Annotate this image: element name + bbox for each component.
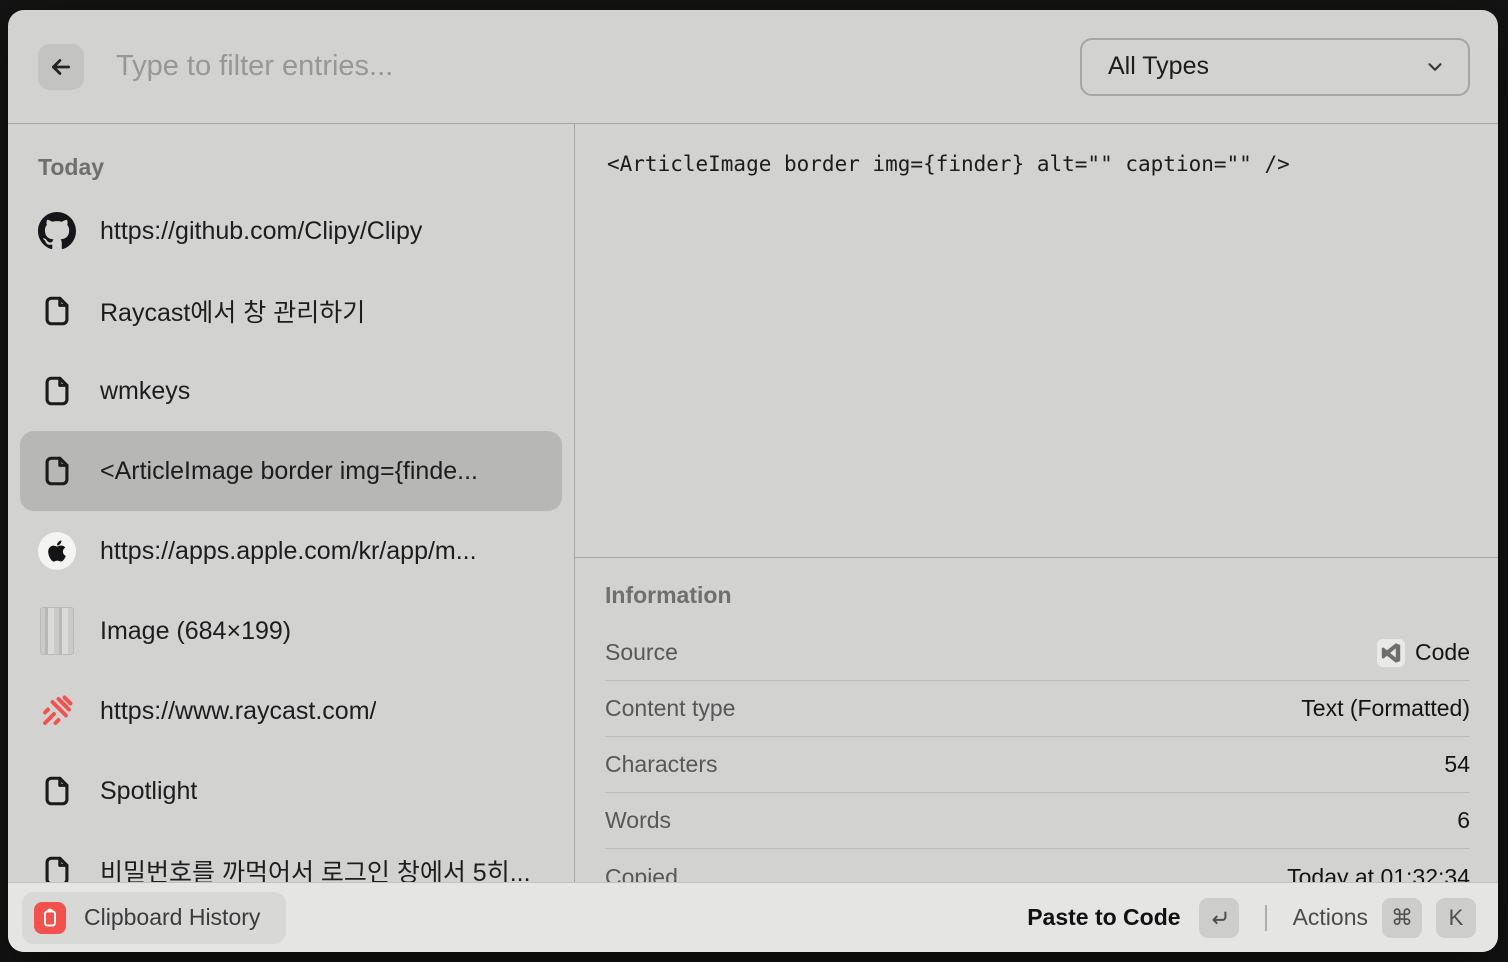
document-icon bbox=[38, 845, 76, 882]
list-item-label: <ArticleImage border img={finde... bbox=[100, 457, 478, 486]
header: All Types bbox=[8, 10, 1498, 124]
info-row-characters: Characters 54 bbox=[605, 737, 1470, 793]
list-item-label: 비밀번호를 까먹어서 로그인 창에서 5히... bbox=[100, 853, 531, 882]
info-value: 6 bbox=[1457, 807, 1470, 834]
info-label: Words bbox=[605, 807, 1457, 834]
list-item-label: wmkeys bbox=[100, 377, 190, 406]
info-label: Source bbox=[605, 639, 1377, 666]
list-item[interactable]: https://github.com/Clipy/Clipy bbox=[20, 191, 562, 271]
section-title-today: Today bbox=[38, 154, 562, 181]
apple-icon bbox=[38, 525, 76, 577]
github-icon bbox=[38, 205, 76, 257]
info-label: Copied bbox=[605, 864, 1287, 883]
footer-actions: Paste to Code Actions ⌘ K bbox=[1027, 898, 1476, 938]
info-row-content-type: Content type Text (Formatted) bbox=[605, 681, 1470, 737]
type-filter-value: All Types bbox=[1108, 52, 1424, 81]
info-value-text: Code bbox=[1415, 639, 1470, 666]
filter-input[interactable] bbox=[116, 50, 1080, 83]
info-row-copied: Copied Today at 01:32:34 bbox=[605, 849, 1470, 882]
list-item[interactable]: wmkeys bbox=[20, 351, 562, 431]
list-item[interactable]: Image (684×199) bbox=[20, 591, 562, 671]
info-row-source: Source Code bbox=[605, 625, 1470, 681]
info-row-words: Words 6 bbox=[605, 793, 1470, 849]
app-pill: Clipboard History bbox=[22, 892, 286, 944]
list-item-label: Image (684×199) bbox=[100, 617, 291, 646]
vscode-icon bbox=[1377, 639, 1405, 667]
document-icon bbox=[38, 445, 76, 497]
footer-divider bbox=[1265, 905, 1267, 931]
list-item-label: https://github.com/Clipy/Clipy bbox=[100, 217, 422, 246]
info-value: Text (Formatted) bbox=[1301, 695, 1470, 722]
type-filter-dropdown[interactable]: All Types bbox=[1080, 38, 1470, 96]
list-item[interactable]: https://www.raycast.com/ bbox=[20, 671, 562, 751]
raycast-icon bbox=[38, 685, 76, 737]
image-thumbnail bbox=[38, 605, 76, 657]
k-key[interactable]: K bbox=[1436, 898, 1476, 938]
list-item[interactable]: Raycast에서 창 관리하기 bbox=[20, 271, 562, 351]
list-item-selected[interactable]: <ArticleImage border img={finde... bbox=[20, 431, 562, 511]
list-item[interactable]: 비밀번호를 까먹어서 로그인 창에서 5히... bbox=[20, 831, 562, 882]
info-value: 54 bbox=[1444, 751, 1470, 778]
list-item-label: https://www.raycast.com/ bbox=[100, 697, 376, 726]
clipboard-app-icon bbox=[34, 902, 66, 934]
info-label: Characters bbox=[605, 751, 1444, 778]
enter-key[interactable] bbox=[1199, 898, 1239, 938]
list-item-label: Raycast에서 창 관리하기 bbox=[100, 293, 365, 329]
arrow-left-icon bbox=[48, 54, 74, 80]
list-item[interactable]: Spotlight bbox=[20, 751, 562, 831]
list-item[interactable]: https://apps.apple.com/kr/app/m... bbox=[20, 511, 562, 591]
paste-to-code-button[interactable]: Paste to Code bbox=[1027, 904, 1180, 931]
code-preview: <ArticleImage border img={finder} alt=""… bbox=[575, 124, 1498, 558]
information-section: Information Source Code Content type bbox=[575, 558, 1498, 882]
list-item-label: Spotlight bbox=[100, 777, 197, 806]
main-area: Today https://github.com/Clipy/Clipy Ray… bbox=[8, 124, 1498, 882]
document-icon bbox=[38, 765, 76, 817]
actions-button[interactable]: Actions bbox=[1293, 904, 1368, 931]
list-item-label: https://apps.apple.com/kr/app/m... bbox=[100, 537, 477, 566]
clipboard-history-window: All Types Today https://github.com/Clipy… bbox=[8, 10, 1498, 952]
cmd-key[interactable]: ⌘ bbox=[1382, 898, 1422, 938]
document-icon bbox=[38, 365, 76, 417]
info-value: Today at 01:32:34 bbox=[1287, 864, 1470, 883]
info-value: Code bbox=[1377, 639, 1470, 667]
footer-bar: Clipboard History Paste to Code Actions … bbox=[8, 882, 1498, 952]
chevron-down-icon bbox=[1424, 56, 1446, 78]
detail-pane: <ArticleImage border img={finder} alt=""… bbox=[575, 124, 1498, 882]
entries-list: Today https://github.com/Clipy/Clipy Ray… bbox=[8, 124, 575, 882]
information-title: Information bbox=[605, 582, 1470, 609]
document-icon bbox=[38, 285, 76, 337]
info-label: Content type bbox=[605, 695, 1301, 722]
back-button[interactable] bbox=[38, 44, 84, 90]
app-name: Clipboard History bbox=[84, 904, 260, 931]
